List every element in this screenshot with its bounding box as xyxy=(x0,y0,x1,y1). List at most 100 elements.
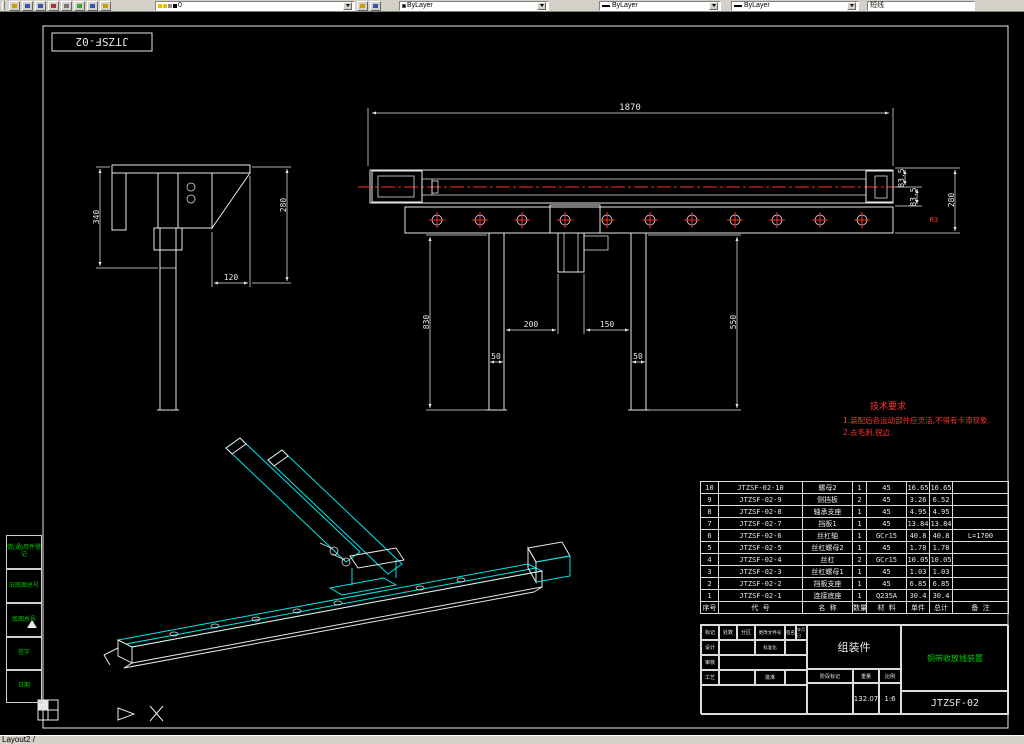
part-name: 组装件 xyxy=(807,625,901,669)
tech-req-line1: 1.装配后各运动部件应灵活,不得有卡滞现象. xyxy=(843,415,990,425)
bom-cell: 40.8 xyxy=(906,529,930,542)
bulb-icon xyxy=(158,3,162,8)
toolbar-grip[interactable] xyxy=(2,1,5,10)
sun-icon xyxy=(163,3,167,8)
color-combo-dropdown-button[interactable] xyxy=(537,1,546,10)
titleblock-label: 分区 xyxy=(737,625,755,640)
bom-cell xyxy=(952,493,1009,506)
margin-block-label: 旧底图总号 xyxy=(6,569,42,603)
bom-cell: 2 xyxy=(852,553,867,566)
bom-header-cell: 数量 xyxy=(852,601,867,614)
titleblock-label: 审核 xyxy=(701,655,719,670)
bom-cell: JTZSF-02-10 xyxy=(718,481,803,494)
layer-combo-value: 0 xyxy=(178,1,182,9)
bom-row: 6 JTZSF-02-6 丝杠轴 1 GCr15 40.8 40.8 L=170… xyxy=(700,529,1009,542)
bom-cell: 45 xyxy=(866,481,907,494)
toolbar-icon-10[interactable] xyxy=(370,0,381,11)
color-combo-value: ByLayer xyxy=(407,1,433,9)
bom-cell: 30.4 xyxy=(929,589,953,602)
linetype-combo-dropdown-button[interactable] xyxy=(709,1,718,10)
chevron-down-icon xyxy=(711,4,716,7)
bom-cell: 侧挡板 xyxy=(802,493,853,506)
bom-cell: 丝杠轴 xyxy=(802,529,853,542)
bom-cell xyxy=(952,565,1009,578)
bom-cell: 挡板1 xyxy=(802,517,853,530)
bom-cell: 丝杠螺母2 xyxy=(802,541,853,554)
margin-block-label: 借(通)用件登记 xyxy=(6,535,42,569)
lineweight-combo-dropdown-button[interactable] xyxy=(847,1,856,10)
layer-combo-dropdown-button[interactable] xyxy=(343,1,352,10)
tech-req-line2: 2.去毛刺,锐边. xyxy=(843,427,892,437)
toolbar-icon-9[interactable] xyxy=(357,0,368,11)
bom-cell: JTZSF-02-8 xyxy=(718,505,803,518)
toolbar-icon-8[interactable] xyxy=(100,0,111,11)
stage-mark-cell xyxy=(807,683,853,715)
toolbar-icon-3[interactable] xyxy=(35,0,46,11)
bom-cell: 1.03 xyxy=(929,565,953,578)
bom-cell: 16.65 xyxy=(929,481,953,494)
titleblock-label: 工艺 xyxy=(701,670,719,685)
bom-cell: 1 xyxy=(852,589,867,602)
bom-cell: 1 xyxy=(852,529,867,542)
bom-cell: 丝杠 xyxy=(802,553,853,566)
lineweight-combo[interactable]: ByLayer xyxy=(731,0,859,11)
bom-cell: JTZSF-02-3 xyxy=(718,565,803,578)
bom-row: 5 JTZSF-02-5 丝杠螺母2 1 45 1.78 1.78 xyxy=(700,541,1009,554)
dim-label: 830 xyxy=(422,315,431,330)
bom-row: 3 JTZSF-02-3 丝杠螺母1 1 45 1.03 1.03 xyxy=(700,565,1009,578)
bom-cell: GCr15 xyxy=(866,529,907,542)
toolbar-icon-4[interactable] xyxy=(48,0,59,11)
toolbar-icon-7[interactable] xyxy=(87,0,98,11)
bom-row: 4 JTZSF-02-4 丝杠 2 GCr15 10.05 10.05 xyxy=(700,553,1009,566)
linetype-combo[interactable]: ByLayer xyxy=(599,0,721,11)
dim-label: 280 xyxy=(279,198,288,213)
bom-cell: 8 xyxy=(700,505,719,518)
titleblock-label: 标准化 xyxy=(755,640,785,655)
bom-cell: 2 xyxy=(852,493,867,506)
bom-cell: Q235A xyxy=(866,589,907,602)
bom-cell xyxy=(952,577,1009,590)
lineweight-sample-icon xyxy=(734,4,742,7)
bom-cell: 1.03 xyxy=(906,565,930,578)
bom-row: 1 JTZSF-02-1 连接底座 1 Q235A 30.4 30.4 xyxy=(700,589,1009,602)
sheet-label: JTZSF-02 xyxy=(76,35,129,48)
bom-cell: 螺母2 xyxy=(802,481,853,494)
bom-row: 9 JTZSF-02-9 侧挡板 2 45 3.26 6.52 xyxy=(700,493,1009,506)
dim-label: 150 xyxy=(600,320,615,329)
bom-header-cell: 材 料 xyxy=(866,601,907,614)
bom-cell: JTZSF-02-6 xyxy=(718,529,803,542)
bom-cell: JTZSF-02-2 xyxy=(718,577,803,590)
bom-cell: 2 xyxy=(700,577,719,590)
bom-cell: 40.8 xyxy=(929,529,953,542)
titleblock-cell xyxy=(701,685,807,715)
bom-row: 2 JTZSF-02-2 挡板支座 1 45 6.85 6.85 xyxy=(700,577,1009,590)
tab-layout2[interactable]: Layout2 / xyxy=(2,735,35,744)
lock-icon xyxy=(168,3,172,8)
bom-cell: 4 xyxy=(700,553,719,566)
bom-cell: L=1700 xyxy=(952,529,1009,542)
project-name: 铜带收放线装置 xyxy=(901,625,1009,691)
bom-cell: 13.84 xyxy=(906,517,930,530)
bom-cell xyxy=(952,589,1009,602)
plot-style-field[interactable]: 短线 xyxy=(867,0,975,11)
bom-cell xyxy=(952,505,1009,518)
titleblock-cell xyxy=(719,655,807,670)
bom-cell xyxy=(952,553,1009,566)
color-combo[interactable]: ByLayer xyxy=(399,0,549,11)
toolbar-icon-6[interactable] xyxy=(74,0,85,11)
scale-value: 1:6 xyxy=(879,683,901,715)
layer-combo[interactable]: 0 xyxy=(155,0,355,11)
bom-cell: 4.95 xyxy=(906,505,930,518)
toolbar-icon-5[interactable] xyxy=(61,0,72,11)
bom-cell: 16.65 xyxy=(906,481,930,494)
toolbar-icon-2[interactable] xyxy=(22,0,33,11)
dim-label: 83.5 xyxy=(897,168,906,187)
toolbar-icon-1[interactable] xyxy=(9,0,20,11)
bom-cell: 1.78 xyxy=(906,541,930,554)
bom-cell: 9 xyxy=(700,493,719,506)
bom-header-cell: 序号 xyxy=(700,601,719,614)
titleblock-label: 比例 xyxy=(879,669,901,683)
bom-cell: 6.52 xyxy=(929,493,953,506)
bom-cell: 45 xyxy=(866,565,907,578)
bom-header-cell: 备 注 xyxy=(952,601,1009,614)
